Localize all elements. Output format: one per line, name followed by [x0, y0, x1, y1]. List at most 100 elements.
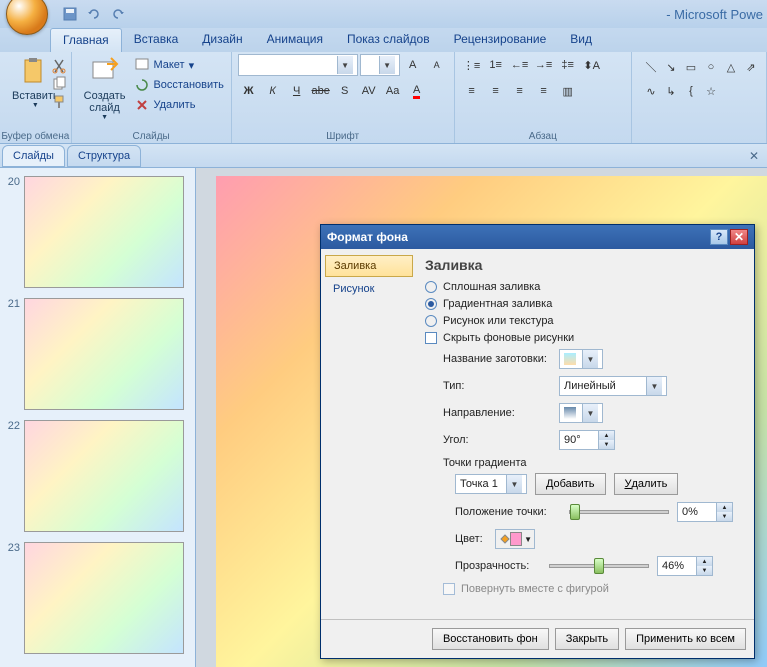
text-direction-button[interactable]: ⬍A [581, 54, 603, 76]
check-hide-graphics[interactable]: Скрыть фоновые рисунки [425, 332, 738, 344]
align-left-button[interactable]: ≡ [461, 80, 483, 102]
close-button[interactable]: ✕ [730, 229, 748, 245]
shape-line[interactable]: ＼ [640, 56, 662, 78]
color-picker[interactable]: ▼ [495, 529, 535, 549]
thumbnail-item[interactable]: 22 [4, 420, 191, 532]
new-slide-icon [89, 56, 121, 88]
thumb-preview [24, 176, 184, 288]
tab-design[interactable]: Дизайн [190, 28, 254, 52]
group-label: Шрифт [232, 130, 454, 143]
shape-more[interactable]: ⇗ [740, 56, 762, 78]
checkbox-icon [425, 332, 437, 344]
add-stop-button[interactable]: Добавить [535, 473, 606, 495]
dialog-content: Заливка Сплошная заливка Градиентная зал… [417, 249, 754, 619]
bold-button[interactable]: Ж [238, 80, 260, 102]
stop-dropdown[interactable]: Точка 1▼ [455, 474, 527, 494]
strike-button[interactable]: abe [310, 80, 332, 102]
char-spacing-button[interactable]: AV [358, 80, 380, 102]
bullets-button[interactable]: ⋮≡ [461, 54, 483, 76]
layout-button[interactable]: Макет ▾ [133, 56, 225, 74]
thumbnail-item[interactable]: 21 [4, 298, 191, 410]
shrink-font-button[interactable]: A [426, 54, 448, 76]
group-label: Абзац [455, 130, 631, 143]
cut-icon[interactable] [51, 58, 67, 74]
thumbnail-item[interactable]: 23 [4, 542, 191, 654]
thumb-preview [24, 420, 184, 532]
group-clipboard: Вставить ▼ Буфер обмена [0, 52, 72, 143]
tab-home[interactable]: Главная [50, 28, 122, 52]
shape-triangle[interactable]: △ [720, 56, 742, 78]
dialog-footer: Восстановить фон Закрыть Применить ко вс… [321, 619, 754, 658]
remove-stop-button[interactable]: Удалить [614, 473, 679, 495]
align-center-button[interactable]: ≡ [485, 80, 507, 102]
indent-dec-button[interactable]: ←≡ [509, 54, 531, 76]
tab-review[interactable]: Рецензирование [442, 28, 559, 52]
line-spacing-button[interactable]: ‡≡ [557, 54, 579, 76]
nav-fill[interactable]: Заливка [325, 255, 413, 277]
ribbon: Вставить ▼ Буфер обмена Создать слайд ▼ … [0, 52, 767, 144]
preset-dropdown[interactable]: ▼ [559, 349, 603, 369]
font-color-button[interactable]: A [406, 80, 428, 102]
shape-star[interactable]: ☆ [700, 80, 722, 102]
indent-inc-button[interactable]: →≡ [533, 54, 555, 76]
justify-button[interactable]: ≡ [533, 80, 555, 102]
nav-picture[interactable]: Рисунок [325, 279, 413, 299]
direction-dropdown[interactable]: ▼ [559, 403, 603, 423]
change-case-button[interactable]: Aa [382, 80, 404, 102]
thumb-number: 22 [4, 420, 24, 532]
thumb-number: 23 [4, 542, 24, 654]
group-label: Буфер обмена [0, 130, 71, 143]
position-spinner[interactable]: 0%▲▼ [677, 502, 733, 522]
group-paragraph: ⋮≡ 1≡ ←≡ →≡ ‡≡ ⬍A ≡ ≡ ≡ ≡ ▥ Абзац [455, 52, 632, 143]
columns-button[interactable]: ▥ [557, 80, 579, 102]
font-family-combo[interactable]: ▼ [238, 54, 358, 76]
dialog-close-button[interactable]: Закрыть [555, 628, 619, 650]
thumbnail-item[interactable]: 20 [4, 176, 191, 288]
rotate-with-shape-label: Повернуть вместе с фигурой [461, 583, 609, 595]
transparency-spinner[interactable]: 46%▲▼ [657, 556, 713, 576]
help-button[interactable]: ? [710, 229, 728, 245]
font-size-combo[interactable]: ▼ [360, 54, 400, 76]
thumb-number: 21 [4, 298, 24, 410]
shadow-button[interactable]: S [334, 80, 356, 102]
shape-oval[interactable]: ○ [700, 56, 722, 78]
underline-button[interactable]: Ч [286, 80, 308, 102]
radio-gradient-fill[interactable]: Градиентная заливка [425, 298, 738, 310]
shape-arrow[interactable]: ↘ [660, 56, 682, 78]
shape-curve[interactable]: ∿ [640, 80, 662, 102]
new-slide-button[interactable]: Создать слайд ▼ [78, 54, 132, 123]
pane-close-button[interactable]: ✕ [749, 149, 759, 163]
shape-brace[interactable]: { [680, 80, 702, 102]
reset-button[interactable]: Восстановить [133, 76, 225, 94]
tab-view[interactable]: Вид [558, 28, 604, 52]
save-icon[interactable] [62, 6, 78, 22]
italic-button[interactable]: К [262, 80, 284, 102]
numbering-button[interactable]: 1≡ [485, 54, 507, 76]
group-slides: Создать слайд ▼ Макет ▾ Восстановить Уда… [72, 52, 232, 143]
redo-icon[interactable] [110, 6, 126, 22]
delete-button[interactable]: Удалить [133, 96, 225, 114]
angle-label: Угол: [443, 434, 559, 446]
type-dropdown[interactable]: Линейный▼ [559, 376, 667, 396]
radio-solid-fill[interactable]: Сплошная заливка [425, 281, 738, 293]
position-slider[interactable] [569, 510, 669, 514]
apply-all-button[interactable]: Применить ко всем [625, 628, 746, 650]
tab-animation[interactable]: Анимация [255, 28, 335, 52]
grow-font-button[interactable]: A [402, 54, 424, 76]
reset-background-button[interactable]: Восстановить фон [432, 628, 549, 650]
tab-slideshow[interactable]: Показ слайдов [335, 28, 442, 52]
copy-icon[interactable] [51, 76, 67, 92]
undo-icon[interactable] [86, 6, 102, 22]
align-right-button[interactable]: ≡ [509, 80, 531, 102]
transparency-slider[interactable] [549, 564, 649, 568]
format-painter-icon[interactable] [51, 94, 67, 110]
pane-tabs: Слайды Структура ✕ [0, 144, 767, 168]
shape-connector[interactable]: ↳ [660, 80, 682, 102]
angle-spinner[interactable]: 90°▲▼ [559, 430, 615, 450]
pane-tab-outline[interactable]: Структура [67, 145, 141, 167]
radio-picture-fill[interactable]: Рисунок или текстура [425, 315, 738, 327]
tab-insert[interactable]: Вставка [122, 28, 191, 52]
pane-tab-slides[interactable]: Слайды [2, 145, 65, 167]
shape-rect[interactable]: ▭ [680, 56, 702, 78]
dialog-titlebar[interactable]: Формат фона ? ✕ [321, 225, 754, 249]
